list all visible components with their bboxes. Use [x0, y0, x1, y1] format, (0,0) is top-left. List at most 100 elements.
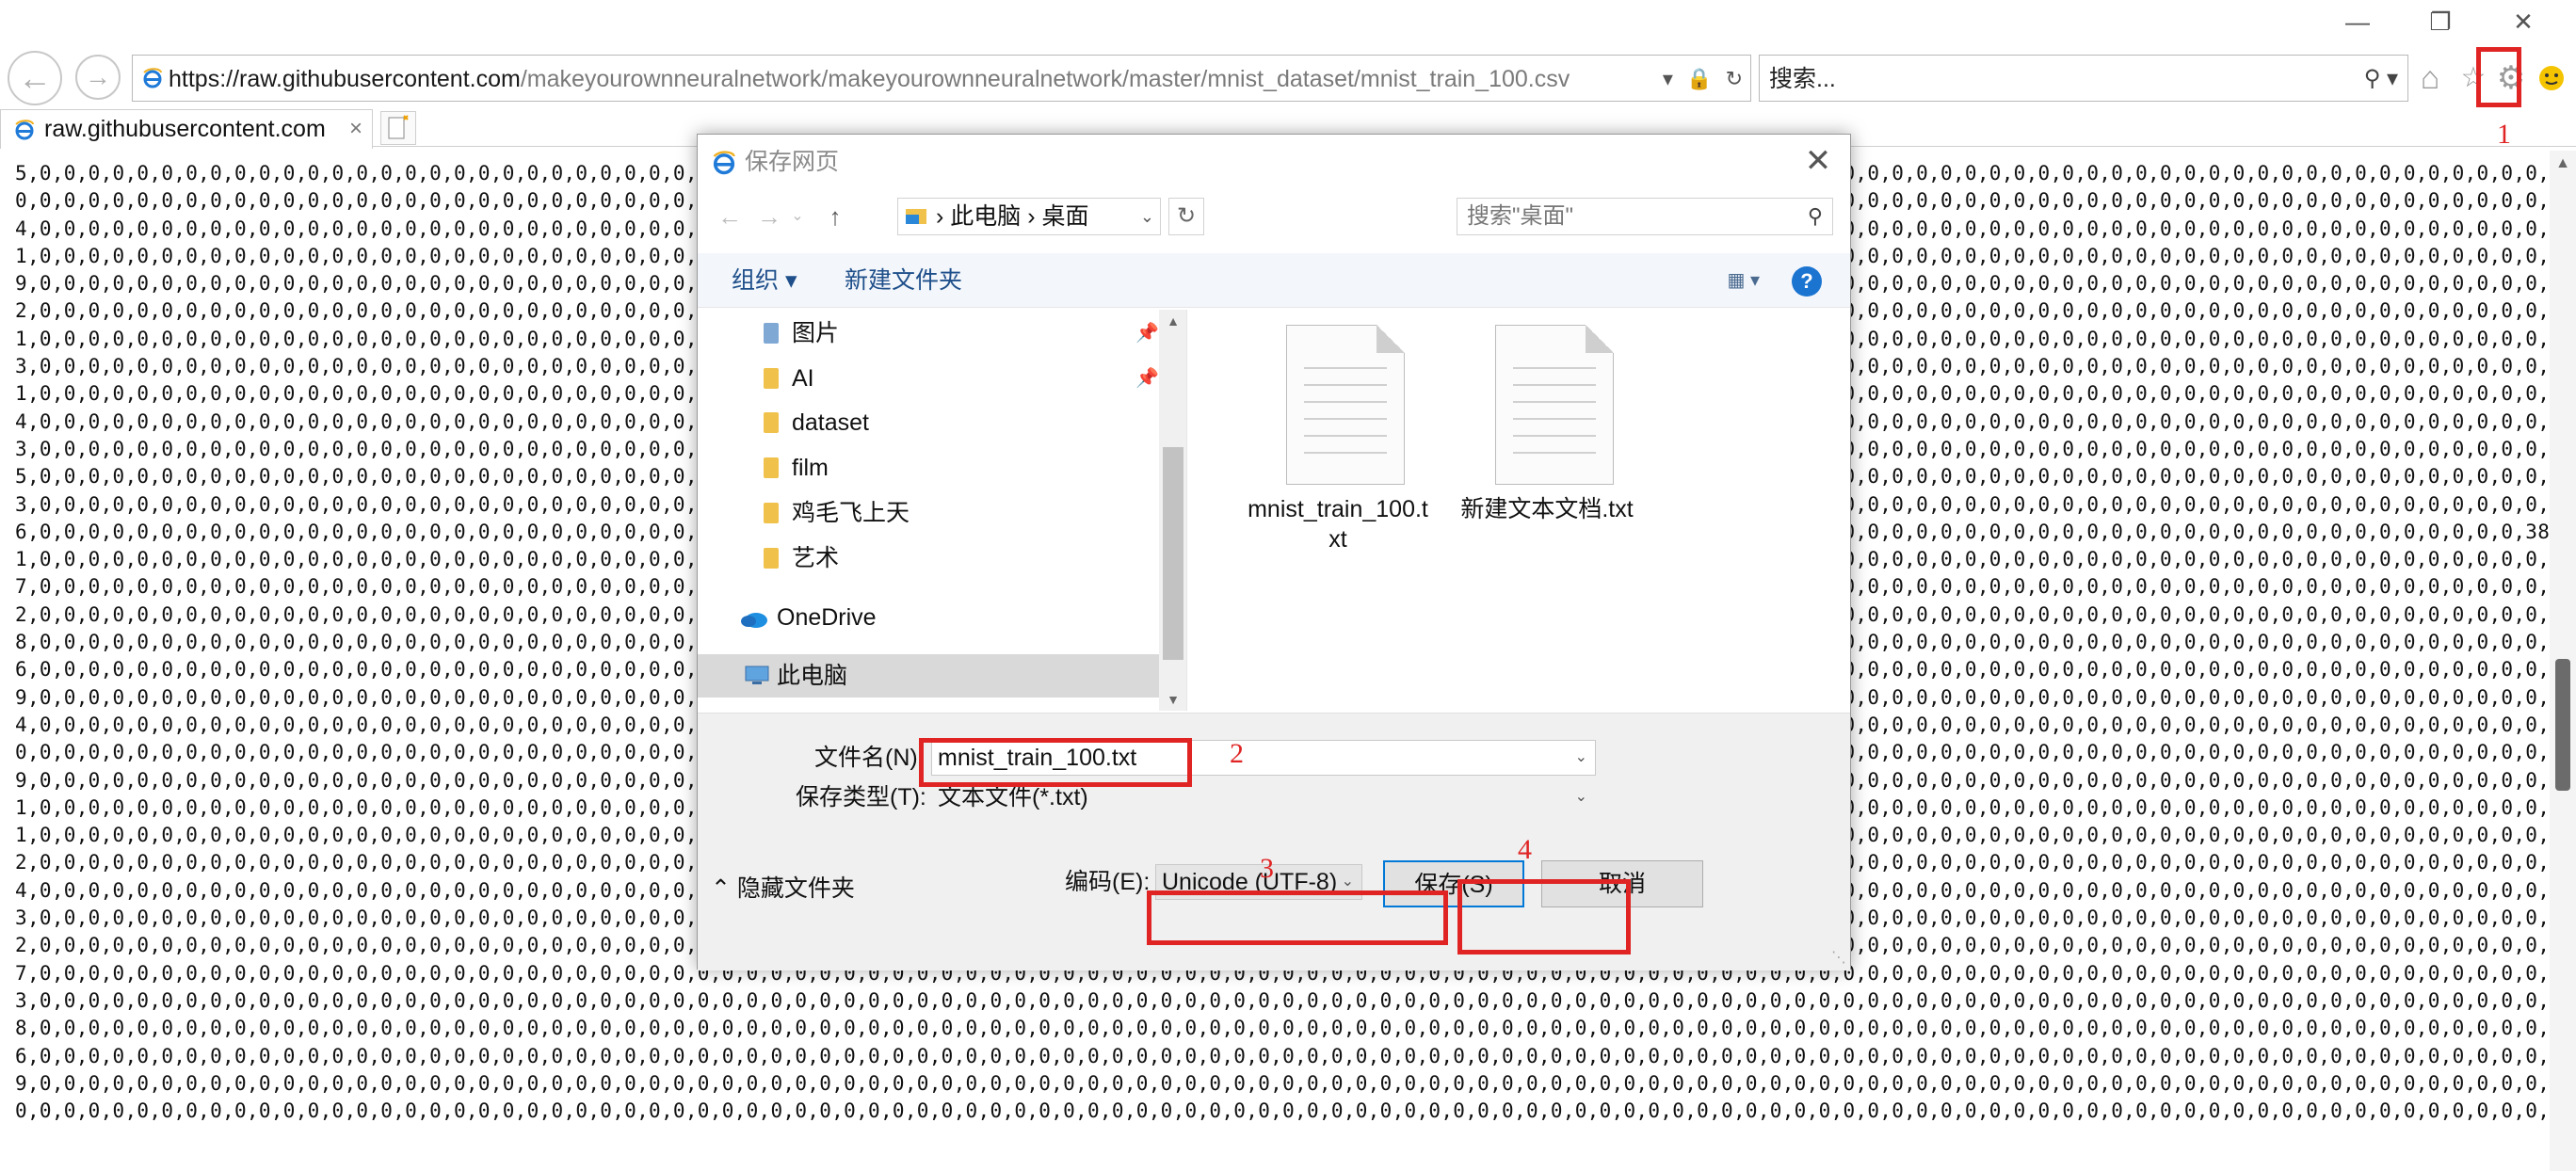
- csv-row: 8,0,0,0,0,0,0,0,0,0,0,0,0,0,0,0,0,0,0,0,…: [15, 1017, 2550, 1040]
- file-item[interactable]: mnist_train_100.txt: [1244, 310, 1432, 553]
- new-folder-button[interactable]: 新建文件夹: [845, 253, 962, 308]
- minimize-button[interactable]: —: [2339, 6, 2376, 38]
- refresh-icon[interactable]: ↻: [1726, 67, 1743, 90]
- folder-icon: [764, 368, 779, 389]
- organize-button[interactable]: 组织 ▾: [732, 253, 797, 308]
- page-scrollbar[interactable]: ▲: [2550, 151, 2576, 1171]
- tree-scroll-thumb[interactable]: [1163, 447, 1183, 660]
- folder-icon: [906, 209, 926, 224]
- tree-item-onedrive[interactable]: OneDrive: [698, 596, 1159, 639]
- url-path: /makeyourownneuralnetwork/makeyourownneu…: [520, 66, 1570, 92]
- breadcrumb[interactable]: › 此电脑 › 桌面 ⌄: [897, 198, 1161, 235]
- folder-icon: [764, 548, 779, 569]
- view-options-icon[interactable]: ▦ ▾: [1728, 268, 1761, 292]
- csv-row: 6,0,0,0,0,0,0,0,0,0,0,0,0,0,0,0,0,0,0,0,…: [15, 1044, 2550, 1067]
- dialog-search-placeholder: 搜索"桌面": [1467, 203, 1574, 229]
- up-folder-icon[interactable]: ↑: [816, 193, 854, 240]
- folder-icon: [764, 503, 779, 523]
- annotation-box-gear: [2476, 47, 2521, 107]
- dropdown-icon[interactable]: ▾: [1663, 67, 1673, 90]
- tree-item-ai[interactable]: AI 📌: [698, 357, 1159, 400]
- address-row: ← → https://raw.githubusercontent.com/ma…: [0, 47, 2576, 109]
- annotation-box-encoding: [1147, 890, 1448, 945]
- chevron-down-icon[interactable]: ⌄: [1575, 741, 1587, 775]
- back-button[interactable]: ←: [8, 51, 62, 105]
- tree-item-label: dataset: [792, 409, 870, 436]
- annotation-label-2: 2: [1230, 738, 1244, 769]
- resize-grip-icon[interactable]: ⋱: [1831, 948, 1846, 967]
- restore-button[interactable]: ❐: [2422, 6, 2459, 38]
- smiley-feedback-icon[interactable]: [2535, 55, 2568, 102]
- tab-raw-githubusercontent[interactable]: raw.githubusercontent.com ×: [0, 109, 373, 149]
- tab-label: raw.githubusercontent.com: [44, 116, 326, 142]
- pin-icon[interactable]: 📌: [1135, 312, 1159, 355]
- annotation-label-3: 3: [1260, 853, 1274, 884]
- ie-dialog-icon: [713, 151, 735, 175]
- hide-folders-toggle[interactable]: ⌃ 隐藏文件夹: [711, 870, 855, 907]
- scroll-down-icon[interactable]: ▼: [1159, 688, 1186, 711]
- filename-label: 文件名(N):: [814, 745, 925, 771]
- help-icon[interactable]: ?: [1792, 266, 1822, 297]
- file-item[interactable]: 新建文本文档.txt: [1453, 310, 1641, 545]
- tree-scrollbar[interactable]: ▲ ▼: [1159, 310, 1186, 711]
- search-icon[interactable]: ⚲ ▾: [2364, 56, 2398, 103]
- search-box[interactable]: 搜索... ⚲ ▾: [1759, 55, 2408, 102]
- url-text[interactable]: https://raw.githubusercontent.com/makeyo…: [169, 56, 1570, 103]
- pictures-folder-icon: [764, 323, 779, 344]
- chevron-down-icon[interactable]: ⌄: [1140, 199, 1154, 234]
- hide-folders-label: 隐藏文件夹: [736, 875, 855, 902]
- close-window-button[interactable]: ✕: [2504, 6, 2542, 38]
- file-list: mnist_train_100.txt 新建文本文档.txt: [1189, 310, 1850, 711]
- annotation-label-4: 4: [1518, 834, 1532, 865]
- dialog-title: 保存网页: [745, 149, 840, 175]
- tree-item-art[interactable]: 艺术: [698, 537, 1159, 580]
- scroll-up-icon[interactable]: ▲: [1159, 310, 1186, 332]
- tree-item-label: film: [792, 455, 829, 481]
- close-dialog-button[interactable]: ✕: [1799, 142, 1837, 180]
- close-tab-icon[interactable]: ×: [349, 110, 362, 148]
- scroll-thumb[interactable]: [2555, 659, 2570, 791]
- breadcrumb-path: › 此电脑 › 桌面: [936, 203, 1089, 230]
- csv-row: 0,0,0,0,0,0,0,0,0,0,0,0,0,0,0,0,0,0,0,0,…: [15, 1099, 2550, 1123]
- onedrive-cloud-icon: [741, 613, 767, 628]
- dialog-forward-icon[interactable]: →: [750, 193, 788, 240]
- forward-button[interactable]: →: [75, 55, 121, 100]
- annotation-box-save: [1457, 879, 1631, 954]
- recent-dropdown-icon[interactable]: ⌄: [786, 193, 809, 240]
- tree-item-dataset[interactable]: dataset: [698, 401, 1159, 444]
- pin-icon[interactable]: 📌: [1135, 357, 1159, 400]
- dialog-search-input[interactable]: 搜索"桌面" ⚲: [1457, 198, 1833, 235]
- breadcrumb-desktop[interactable]: 桌面: [1042, 203, 1089, 230]
- new-tab-button[interactable]: [380, 111, 416, 145]
- chevron-down-icon[interactable]: ⌄: [1575, 780, 1587, 814]
- file-name: mnist_train_100.txt: [1248, 496, 1428, 553]
- tree-item-pictures[interactable]: 图片 📌: [698, 312, 1159, 355]
- computer-icon: [745, 666, 769, 684]
- tree-item-this-pc[interactable]: 此电脑: [698, 654, 1159, 698]
- home-icon[interactable]: ⌂: [2408, 55, 2452, 102]
- new-tab-icon: [388, 115, 409, 139]
- lock-icon[interactable]: 🔒: [1686, 67, 1712, 90]
- filetype-label: 保存类型(T):: [796, 784, 926, 810]
- tree-item-label: 图片: [792, 320, 840, 346]
- address-tools: ▾ 🔒 ↻: [1663, 56, 1743, 103]
- ie-page-icon: [143, 68, 162, 88]
- address-bar[interactable]: https://raw.githubusercontent.com/makeyo…: [132, 55, 1751, 102]
- breadcrumb-this-pc[interactable]: 此电脑: [950, 203, 1021, 230]
- dialog-refresh-icon[interactable]: ↻: [1168, 198, 1204, 235]
- back-arrow-icon: ←: [18, 58, 52, 97]
- save-dialog: 保存网页 ✕ ← → ⌄ ↑ › 此电脑 › 桌面 ⌄ ↻ 搜索"桌面" ⚲ 组…: [697, 134, 1851, 970]
- dialog-toolbar: 组织 ▾ 新建文件夹 ▦ ▾ ?: [698, 253, 1850, 308]
- tree-item-film[interactable]: film: [698, 446, 1159, 489]
- file-name: 新建文本文档.txt: [1460, 496, 1634, 522]
- csv-row: 9,0,0,0,0,0,0,0,0,0,0,0,0,0,0,0,0,0,0,0,…: [15, 1071, 2550, 1095]
- window-titlebar: — ❐ ✕: [0, 0, 2576, 47]
- dialog-back-icon[interactable]: ←: [711, 193, 749, 240]
- folder-tree: 图片 📌 AI 📌 dataset film 鸡毛飞上天 艺术 OneDrive: [698, 310, 1187, 711]
- tree-item-jimao[interactable]: 鸡毛飞上天: [698, 491, 1159, 535]
- tree-item-label: AI: [792, 365, 814, 392]
- csv-row: 3,0,0,0,0,0,0,0,0,0,0,0,0,0,0,0,0,0,0,0,…: [15, 988, 2550, 1012]
- tree-item-label: OneDrive: [777, 604, 877, 631]
- scroll-up-icon[interactable]: ▲: [2550, 151, 2576, 177]
- tree-item-label: 鸡毛飞上天: [792, 500, 910, 526]
